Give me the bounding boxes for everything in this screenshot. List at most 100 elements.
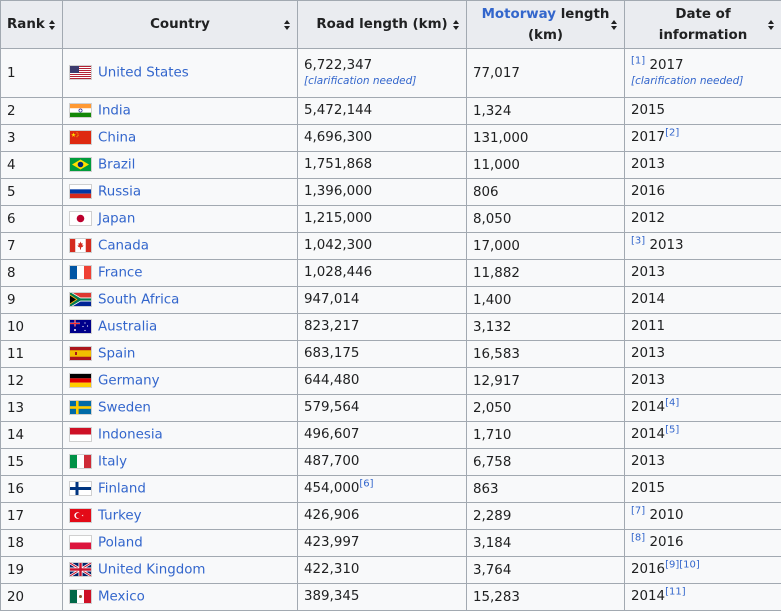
country-link[interactable]: United Kingdom (98, 563, 205, 578)
motorway-link[interactable]: Motorway (482, 7, 556, 22)
rank-cell: 4 (1, 152, 63, 179)
rank-value: 19 (7, 563, 24, 578)
motorway-length-cell: 131,000 (467, 125, 625, 152)
country-link[interactable]: Russia (98, 185, 141, 200)
citation-link[interactable]: [8] (631, 533, 645, 544)
table-row: 19United Kingdom422,3103,7642016[9][10] (1, 557, 781, 584)
road-length-cell: 4,696,300 (298, 125, 467, 152)
road-length-cell: 579,564 (298, 395, 467, 422)
country-link[interactable]: Turkey (98, 509, 142, 524)
country-link[interactable]: China (98, 131, 136, 146)
citation-link[interactable]: [3] (631, 236, 645, 247)
citation-link[interactable]: [11] (665, 587, 686, 598)
motorway-length-value: 3,764 (473, 563, 511, 578)
country-link[interactable]: Germany (98, 374, 160, 389)
country-link[interactable]: Finland (98, 482, 146, 497)
country-header[interactable]: Country (63, 1, 298, 49)
rank-cell: 8 (1, 260, 63, 287)
rank-cell: 14 (1, 422, 63, 449)
citation-link[interactable]: [4] (665, 398, 679, 409)
country-link[interactable]: Australia (98, 320, 157, 335)
rank-cell: 9 (1, 287, 63, 314)
road-length-cell: 454,000[6] (298, 476, 467, 503)
table-row: 10Australia823,2173,1322011 (1, 314, 781, 341)
country-link[interactable]: Indonesia (98, 428, 163, 443)
south-africa-flag-icon (69, 292, 92, 307)
country-cell: Brazil (63, 152, 298, 179)
table-row: 13Sweden579,5642,0502014[4] (1, 395, 781, 422)
date-header[interactable]: Date of information (625, 1, 781, 49)
citation-link[interactable]: [1] (631, 56, 645, 67)
citation-link[interactable]: [7] (631, 506, 645, 517)
citation-link[interactable]: [6] (359, 479, 373, 490)
country-link[interactable]: France (98, 266, 143, 281)
road-length-value: 6,722,347 (304, 58, 372, 73)
rank-cell: 2 (1, 98, 63, 125)
country-link[interactable]: South Africa (98, 293, 179, 308)
motorway-length-value: 11,000 (473, 158, 520, 173)
country-link[interactable]: Poland (98, 536, 143, 551)
country-link[interactable]: Brazil (98, 158, 135, 173)
road-length-header[interactable]: Road length (km) (298, 1, 467, 49)
motorway-length-cell: 2,050 (467, 395, 625, 422)
table-row: 15Italy487,7006,7582013 (1, 449, 781, 476)
rank-cell: 18 (1, 530, 63, 557)
date-cell: 2016[9][10] (625, 557, 781, 584)
table-row: 18Poland423,9973,184[8] 2016 (1, 530, 781, 557)
citation-link[interactable]: [5] (665, 425, 679, 436)
country-link[interactable]: Canada (98, 239, 149, 254)
turkey-flag-icon (69, 508, 92, 523)
citation-link[interactable]: [9][10] (665, 560, 700, 571)
rank-cell: 5 (1, 179, 63, 206)
motorway-length-cell: 16,583 (467, 341, 625, 368)
road-length-value: 644,480 (304, 373, 359, 388)
rank-header[interactable]: Rank (1, 1, 63, 49)
sort-icon[interactable] (768, 20, 775, 30)
sort-icon[interactable] (611, 20, 618, 30)
road-length-cell: 683,175 (298, 341, 467, 368)
road-length-value: 579,564 (304, 400, 359, 415)
motorway-length-header[interactable]: Motorway length (km) (467, 1, 625, 49)
country-link[interactable]: Spain (98, 347, 135, 362)
country-link[interactable]: Italy (98, 455, 127, 470)
date-cell: [8] 2016 (625, 530, 781, 557)
rank-header-label: Rank (7, 17, 45, 32)
motorway-length-cell: 11,882 (467, 260, 625, 287)
rank-value: 15 (7, 455, 24, 470)
clarification-needed-link[interactable]: [clarification needed] (631, 75, 743, 87)
sweden-flag-icon (69, 400, 92, 415)
road-length-value: 4,696,300 (304, 130, 372, 145)
date-value: 2015 (631, 103, 665, 118)
rank-value: 9 (7, 293, 16, 308)
clarification-needed-link[interactable]: [clarification needed] (304, 75, 416, 87)
date-value: 2014 (631, 292, 665, 307)
sort-icon[interactable] (49, 20, 56, 30)
country-cell: Turkey (63, 503, 298, 530)
motorway-length-cell: 1,710 (467, 422, 625, 449)
country-cell: South Africa (63, 287, 298, 314)
date-cell: [1] 2017[clarification needed] (625, 49, 781, 98)
country-link[interactable]: India (98, 104, 131, 119)
motorway-length-value: 12,917 (473, 374, 520, 389)
citation-link[interactable]: [2] (665, 128, 679, 139)
country-cell: China (63, 125, 298, 152)
country-cell: United Kingdom (63, 557, 298, 584)
sort-icon[interactable] (453, 20, 460, 30)
motorway-length-cell: 8,050 (467, 206, 625, 233)
date-cell: 2013 (625, 260, 781, 287)
country-cell: Poland (63, 530, 298, 557)
date-value: 2016 (631, 184, 665, 199)
motorway-length-value: 3,132 (473, 320, 511, 335)
canada-flag-icon (69, 238, 92, 253)
country-cell: India (63, 98, 298, 125)
date-cell: 2014[4] (625, 395, 781, 422)
date-value: 2011 (631, 319, 665, 334)
country-link[interactable]: Mexico (98, 590, 145, 605)
country-link[interactable]: United States (98, 66, 189, 81)
country-link[interactable]: Japan (98, 212, 135, 227)
motorway-length-cell: 3,132 (467, 314, 625, 341)
sort-icon[interactable] (284, 20, 291, 30)
rank-cell: 19 (1, 557, 63, 584)
rank-cell: 11 (1, 341, 63, 368)
country-link[interactable]: Sweden (98, 401, 151, 416)
